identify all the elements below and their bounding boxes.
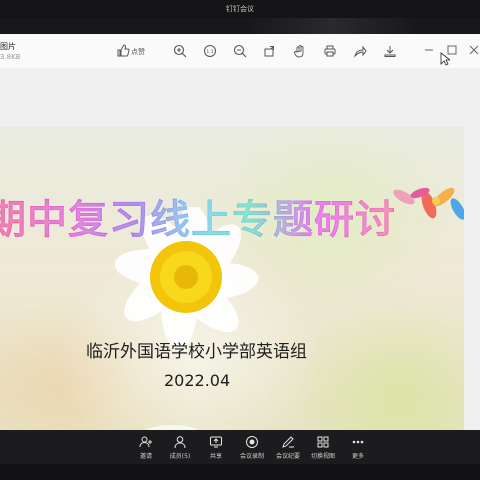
- download-icon[interactable]: [383, 44, 397, 58]
- slide-image: 期中复习线上专题研讨 临沂外国语学校小学部英语组 2022.04: [0, 127, 464, 439]
- file-title: 图片: [0, 42, 16, 51]
- zoom-in-icon[interactable]: [173, 44, 187, 58]
- close-icon[interactable]: [468, 44, 480, 56]
- hand-icon[interactable]: [293, 44, 307, 58]
- rotate-icon[interactable]: [263, 44, 277, 58]
- svg-text:1:1: 1:1: [206, 49, 213, 55]
- share-screen-icon: [209, 435, 223, 449]
- viewer-toolbar: 图片 3.8KB 点赞 1:1: [0, 34, 480, 69]
- share-icon[interactable]: [353, 44, 367, 58]
- more-label: 更多: [351, 453, 364, 460]
- image-stage: 期中复习线上专题研讨 临沂外国语学校小学部英语组 2022.04: [0, 68, 480, 439]
- zoom-out-icon[interactable]: [233, 44, 247, 58]
- print-icon[interactable]: [323, 44, 337, 58]
- image-viewer: 图片 3.8KB 点赞 1:1 期中复习线上专题研讨 临沂外国语学校小学部英语组…: [0, 34, 480, 439]
- actual-size-icon[interactable]: 1:1: [203, 44, 217, 58]
- more-button[interactable]: 更多: [341, 430, 375, 464]
- invite-icon: [139, 435, 153, 449]
- minimize-icon[interactable]: [423, 44, 435, 56]
- notes-icon: [281, 435, 295, 449]
- meeting-toolbar: 邀请 成员(5) 共享 会议录制 会议纪要 切换视图 更多: [0, 430, 480, 464]
- more-icon: [351, 435, 365, 449]
- top-strip: [0, 18, 480, 34]
- slide-title: 期中复习线上专题研讨: [0, 187, 396, 245]
- like-label[interactable]: 点赞: [131, 47, 145, 57]
- record-icon: [245, 435, 259, 449]
- window-title: 钉钉会议: [0, 0, 480, 18]
- bottom-strip: [0, 464, 480, 480]
- file-size: 3.8KB: [0, 53, 21, 61]
- members-icon: [173, 435, 187, 449]
- mouse-cursor-icon: [440, 52, 450, 66]
- view-icon: [316, 435, 330, 449]
- thumbs-up-icon[interactable]: [116, 44, 130, 58]
- slide-date: 2022.04: [164, 371, 231, 390]
- slide-school-name: 临沂外国语学校小学部英语组: [86, 342, 307, 362]
